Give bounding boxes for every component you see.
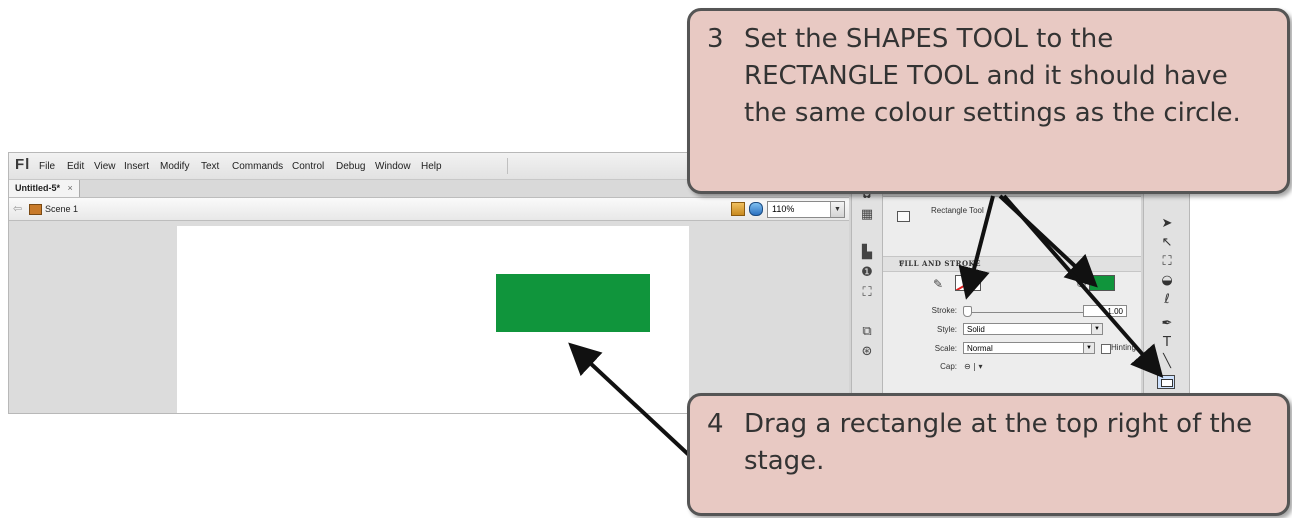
step-number: 3 <box>707 24 724 54</box>
step-text: Set the SHAPES TOOL to the RECTANGLE TOO… <box>744 24 1241 128</box>
arrow-to-stroke-swatch <box>958 195 995 300</box>
step-number: 4 <box>707 409 724 439</box>
arrow-to-rectangle <box>568 342 692 458</box>
step-text: Drag a rectangle at the top right of the… <box>744 409 1253 476</box>
callout-step-3: 3 Set the SHAPES TOOL to the RECTANGLE T… <box>687 8 1290 194</box>
arrow-to-rectangle-tool <box>1002 194 1164 379</box>
callout-step-4: 4 Drag a rectangle at the top right of t… <box>687 393 1290 516</box>
